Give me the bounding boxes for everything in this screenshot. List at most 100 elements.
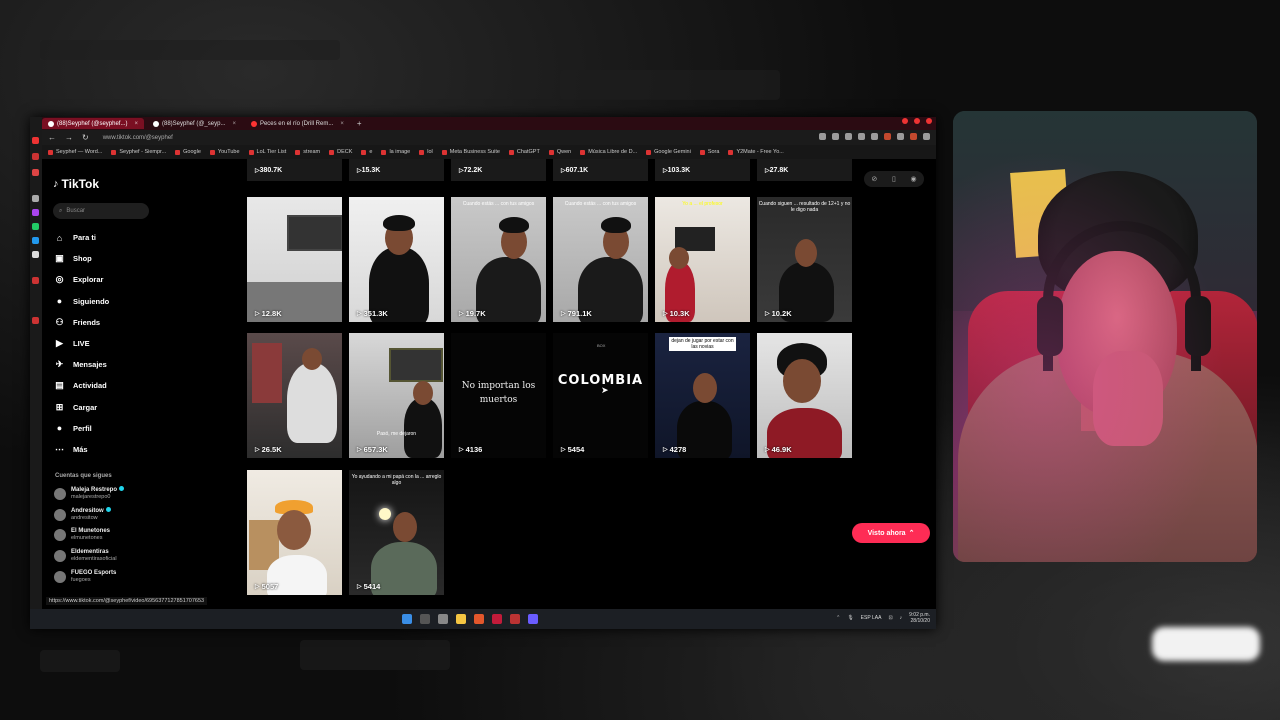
whatsapp-icon[interactable] bbox=[32, 223, 39, 230]
bookmark-item[interactable]: lol bbox=[419, 149, 433, 155]
video-thumb[interactable]: ▷ 103.3K bbox=[655, 159, 750, 181]
video-thumb[interactable]: Cuando estás ... con tus amigos ▷ 791.1K bbox=[553, 197, 648, 322]
close-icon[interactable]: × bbox=[134, 121, 138, 127]
video-thumb[interactable]: Yo ayudando a mi papá con la ... arreglo… bbox=[349, 470, 444, 595]
bookmark-item[interactable]: LoL Tier List bbox=[248, 149, 286, 155]
search-input[interactable]: ⌕ Buscar bbox=[53, 203, 149, 219]
back-button[interactable]: ← bbox=[48, 133, 56, 142]
search-icon[interactable] bbox=[420, 614, 430, 624]
mic-icon[interactable]: 🎙 bbox=[847, 615, 853, 621]
sidebar-item-mensajes[interactable]: ✈ Mensajes bbox=[54, 354, 154, 375]
following-account[interactable]: Eldementiras eldementirasoficial bbox=[54, 549, 164, 563]
bookmark-item[interactable]: Qwen bbox=[548, 149, 571, 155]
app-icon[interactable] bbox=[32, 153, 39, 160]
watched-now-button[interactable]: Visto ahora ⌃ bbox=[852, 523, 930, 543]
minimize-button[interactable] bbox=[902, 118, 908, 124]
bookmark-item[interactable]: ChatGPT bbox=[508, 149, 540, 155]
following-account[interactable]: Maleja Restrepo malejarestrepo0 bbox=[54, 486, 164, 501]
forward-button[interactable]: → bbox=[65, 133, 73, 142]
chevron-up-icon[interactable]: ⌃ bbox=[836, 615, 840, 621]
bookmark-item[interactable]: Seyphef — Word... bbox=[48, 149, 102, 155]
reload-button[interactable]: ↻ bbox=[82, 133, 89, 142]
video-thumb[interactable]: ▷ 351.3K bbox=[349, 197, 444, 322]
app-icon[interactable] bbox=[32, 137, 39, 144]
app-icon[interactable] bbox=[32, 169, 39, 176]
sidebar-item-perfil[interactable]: ● Perfil bbox=[54, 418, 154, 439]
bookmark-item[interactable]: YouTube bbox=[209, 149, 240, 155]
sidebar-item-actividad[interactable]: ▤ Actividad bbox=[54, 375, 154, 396]
bookmark-item[interactable]: stream bbox=[295, 149, 320, 155]
close-icon[interactable]: × bbox=[232, 121, 236, 127]
tab-0[interactable]: (88)Seyphef (@seyphef...) × bbox=[42, 118, 144, 129]
bookmark-item[interactable]: Música Libre de D... bbox=[580, 149, 637, 155]
tab-2[interactable]: Peces en el río (Drill Rem... × bbox=[245, 118, 350, 129]
url-input[interactable]: www.tiktok.com/@seyphef bbox=[103, 135, 173, 141]
following-account[interactable]: Andresitow andresitow bbox=[54, 507, 164, 522]
extension-icon[interactable] bbox=[910, 133, 917, 140]
sidebar-item-siguiendo[interactable]: ● Siguiendo bbox=[54, 291, 154, 312]
clock[interactable]: 9:02 p.m. 28/10/20 bbox=[909, 612, 930, 624]
video-thumb[interactable]: ▷ 380.7K bbox=[247, 159, 342, 181]
video-thumb[interactable]: ▷ 607.1K bbox=[553, 159, 648, 181]
x-icon[interactable] bbox=[32, 251, 39, 258]
autoplay-icon[interactable]: ⊘ bbox=[871, 175, 877, 183]
bookmark-item[interactable]: Y2Mate - Free Yo... bbox=[728, 149, 784, 155]
extension-icon[interactable] bbox=[845, 133, 852, 140]
video-thumb[interactable]: ▷ 72.2K bbox=[451, 159, 546, 181]
sidebar-item-más[interactable]: ⋯ Más bbox=[54, 439, 154, 460]
extension-icon[interactable] bbox=[858, 133, 865, 140]
close-icon[interactable]: × bbox=[340, 121, 344, 127]
close-window-button[interactable] bbox=[926, 118, 932, 124]
task-view-icon[interactable] bbox=[438, 614, 448, 624]
video-thumb[interactable]: ▷ 5057 bbox=[247, 470, 342, 595]
tiktok-logo[interactable]: ♪ TikTok bbox=[53, 177, 99, 191]
maximize-button[interactable] bbox=[914, 118, 920, 124]
app-icon[interactable] bbox=[32, 209, 39, 216]
video-thumb[interactable]: ▷ 12.8K bbox=[247, 197, 342, 322]
bookmark-item[interactable]: Seyphef - Siempr... bbox=[111, 149, 166, 155]
video-thumb[interactable]: No importan los muertos ▷ 4136 bbox=[451, 333, 546, 458]
extension-icon[interactable] bbox=[832, 133, 839, 140]
app-icon[interactable] bbox=[32, 277, 39, 284]
sidebar-item-friends[interactable]: ⚇ Friends bbox=[54, 312, 154, 333]
avatar[interactable]: ◉ bbox=[911, 175, 917, 183]
video-thumb[interactable]: ▷ 26.5K bbox=[247, 333, 342, 458]
volume-icon[interactable]: ♪ bbox=[900, 615, 903, 621]
app-icon[interactable] bbox=[32, 195, 39, 202]
file-explorer-icon[interactable] bbox=[456, 614, 466, 624]
video-thumb[interactable]: Cuando estás ... con tus amigos ▷ 19.7K bbox=[451, 197, 546, 322]
tab-1[interactable]: (88)Seyphef (@_seyp... × bbox=[147, 118, 242, 129]
bookmark-item[interactable]: Meta Business Suite bbox=[441, 149, 500, 155]
brave-icon[interactable] bbox=[474, 614, 484, 624]
extension-icon[interactable] bbox=[897, 133, 904, 140]
extension-icon[interactable] bbox=[819, 133, 826, 140]
opera-icon[interactable] bbox=[492, 614, 502, 624]
app-icon[interactable] bbox=[528, 614, 538, 624]
sidebar-item-live[interactable]: ▶ LIVE bbox=[54, 333, 154, 354]
bookmark-item[interactable]: Google bbox=[175, 149, 201, 155]
video-thumb[interactable]: BOX COLOMBIA ➤ ▷ 5454 bbox=[553, 333, 648, 458]
bookmark-item[interactable]: DECK bbox=[329, 149, 352, 155]
video-thumb[interactable]: ▷ 27.8K bbox=[757, 159, 852, 181]
device-icon[interactable]: ▯ bbox=[892, 175, 896, 183]
video-thumb[interactable]: Cuando siguen ... resultado de 12+1 y no… bbox=[757, 197, 852, 322]
sidebar-item-shop[interactable]: ▣ Shop bbox=[54, 248, 154, 269]
video-thumb[interactable]: dejan de jugar por estar con las novias … bbox=[655, 333, 750, 458]
app-icon[interactable] bbox=[510, 614, 520, 624]
sidebar-item-explorar[interactable]: ◎ Explorar bbox=[54, 269, 154, 290]
bookmark-item[interactable]: e bbox=[361, 149, 372, 155]
bookmark-item[interactable]: Google Gemini bbox=[646, 149, 691, 155]
sidebar-item-para-ti[interactable]: ⌂ Para ti bbox=[54, 227, 154, 248]
language-indicator[interactable]: ESP LAA bbox=[861, 615, 882, 621]
bookmark-item[interactable]: la image bbox=[381, 149, 410, 155]
video-thumb[interactable]: Yo a ... el profesor ▷ 10.3K bbox=[655, 197, 750, 322]
sidebar-item-cargar[interactable]: ⊞ Cargar bbox=[54, 397, 154, 418]
video-thumb[interactable]: ▷ 15.3K bbox=[349, 159, 444, 181]
following-account[interactable]: El Munetones elmunetones bbox=[54, 528, 164, 542]
new-tab-button[interactable]: + bbox=[353, 119, 366, 128]
video-thumb[interactable]: ▷ 46.9K bbox=[757, 333, 852, 458]
heart-icon[interactable] bbox=[871, 133, 878, 140]
network-icon[interactable]: ⊡ bbox=[888, 615, 892, 621]
menu-icon[interactable] bbox=[923, 133, 930, 140]
app-icon[interactable] bbox=[32, 317, 39, 324]
